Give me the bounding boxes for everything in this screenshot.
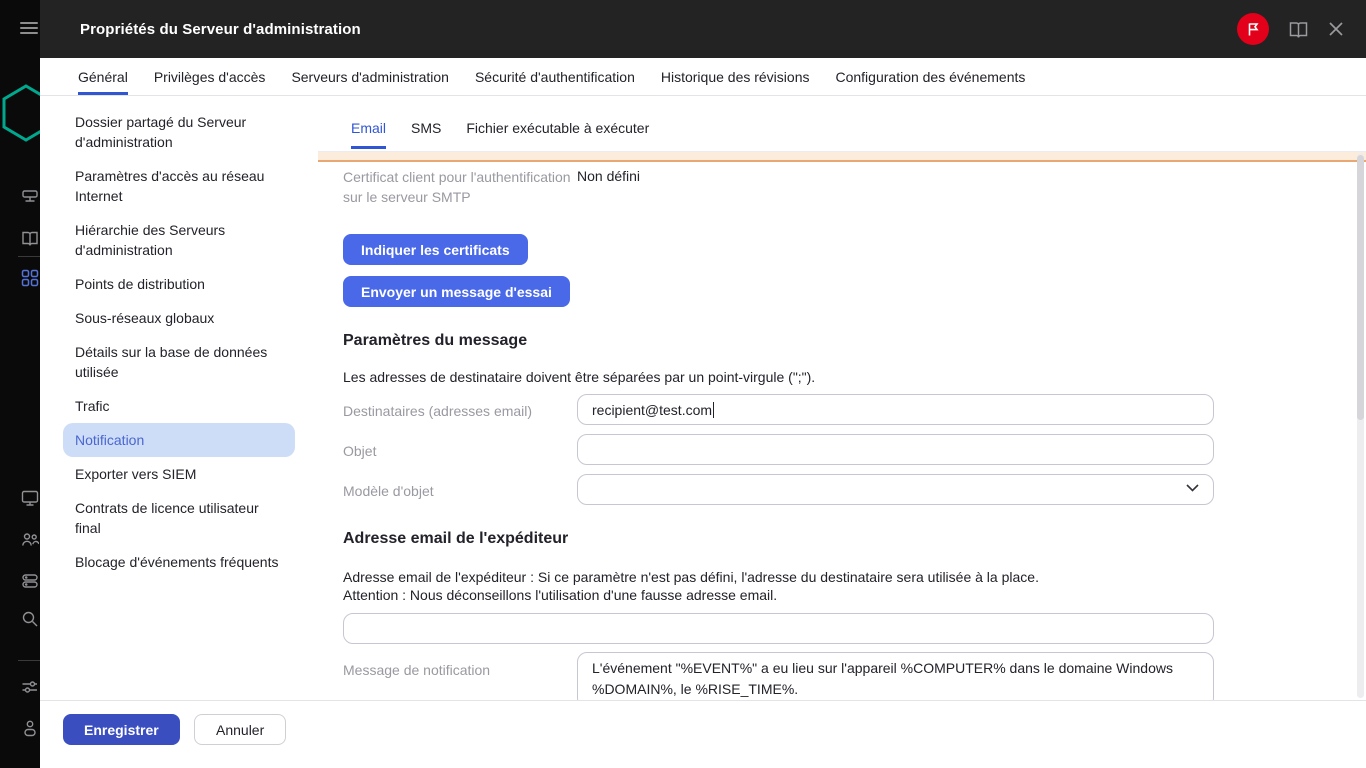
hub-icon[interactable] bbox=[21, 187, 39, 205]
tab-administration-servers[interactable]: Serveurs d'administration bbox=[291, 58, 449, 95]
warning-banner-clipped bbox=[318, 151, 1366, 162]
recipients-input-value: recipient@test.com bbox=[592, 402, 712, 418]
tab-access-rights[interactable]: Privilèges d'accès bbox=[154, 58, 266, 95]
nav-item-frequent-events[interactable]: Blocage d'événements fréquents bbox=[63, 545, 295, 579]
nav-item-traffic[interactable]: Trafic bbox=[63, 389, 295, 423]
settings-nav: Dossier partagé du Serveur d'administrat… bbox=[63, 105, 295, 579]
nav-item-server-hierarchy[interactable]: Hiérarchie des Serveurs d'administration bbox=[63, 213, 295, 267]
flag-icon bbox=[1245, 21, 1261, 37]
dialog-tabbar: Général Privilèges d'accès Serveurs d'ad… bbox=[40, 58, 1366, 96]
chevron-down-icon bbox=[1186, 484, 1199, 492]
tab-revision-history[interactable]: Historique des révisions bbox=[661, 58, 810, 95]
apps-grid-icon[interactable] bbox=[21, 269, 39, 287]
message-settings-title: Paramètres du message bbox=[343, 332, 527, 350]
sender-address-input[interactable] bbox=[343, 613, 1214, 644]
content-scrollbar-track[interactable] bbox=[1357, 153, 1364, 698]
smtp-certificate-label: Certificat client pour l'authentificatio… bbox=[343, 167, 583, 207]
monitor-icon[interactable] bbox=[21, 489, 39, 507]
recipients-hint: Les adresses de destinataire doivent êtr… bbox=[343, 367, 815, 388]
tab-general[interactable]: Général bbox=[78, 58, 128, 95]
nav-item-database-details[interactable]: Détails sur la base de données utilisée bbox=[63, 335, 295, 389]
subtab-email[interactable]: Email bbox=[351, 116, 386, 149]
notification-message-label: Message de notification bbox=[343, 660, 490, 680]
nav-item-global-subnets[interactable]: Sous-réseaux globaux bbox=[63, 301, 295, 335]
specify-certificates-button[interactable]: Indiquer les certificats bbox=[343, 234, 528, 265]
rail-divider bbox=[18, 256, 40, 257]
app-rail bbox=[0, 0, 40, 768]
sender-title: Adresse email de l'expéditeur bbox=[343, 530, 568, 548]
subject-input[interactable] bbox=[577, 434, 1214, 465]
subject-template-select[interactable] bbox=[577, 474, 1214, 505]
recipients-input[interactable]: recipient@test.com bbox=[577, 394, 1214, 425]
search-icon[interactable] bbox=[21, 610, 39, 628]
sender-hint-line2: Attention : Nous déconseillons l'utilisa… bbox=[343, 585, 1223, 606]
dialog-title: Propriétés du Serveur d'administration bbox=[80, 21, 361, 38]
server-properties-dialog: Propriétés du Serveur d'administration G… bbox=[40, 0, 1366, 768]
settings-sliders-icon[interactable] bbox=[21, 678, 39, 696]
tab-event-configuration[interactable]: Configuration des événements bbox=[835, 58, 1025, 95]
notification-subtabs: Email SMS Fichier exécutable à exécuter bbox=[351, 116, 674, 149]
nav-item-notification[interactable]: Notification bbox=[63, 423, 295, 457]
recipients-label: Destinataires (adresses email) bbox=[343, 401, 532, 421]
nav-item-distribution-points[interactable]: Points de distribution bbox=[63, 267, 295, 301]
subtab-executable-file[interactable]: Fichier exécutable à exécuter bbox=[466, 116, 649, 149]
users-icon[interactable] bbox=[21, 531, 39, 549]
account-icon[interactable] bbox=[21, 719, 39, 737]
nav-item-shared-folder[interactable]: Dossier partagé du Serveur d'administrat… bbox=[63, 105, 295, 159]
help-book-icon[interactable] bbox=[1289, 21, 1308, 38]
feedback-button[interactable] bbox=[1237, 13, 1269, 45]
rail-divider bbox=[18, 660, 40, 661]
close-icon[interactable] bbox=[1328, 21, 1344, 37]
book-icon[interactable] bbox=[21, 229, 39, 247]
kaspersky-hexagon-logo-icon bbox=[2, 84, 40, 142]
hamburger-menu-icon[interactable] bbox=[20, 22, 38, 36]
tab-authentication-security[interactable]: Sécurité d'authentification bbox=[475, 58, 635, 95]
send-test-message-button[interactable]: Envoyer un message d'essai bbox=[343, 276, 570, 307]
nav-item-siem-export[interactable]: Exporter vers SIEM bbox=[63, 457, 295, 491]
save-button[interactable]: Enregistrer bbox=[63, 714, 180, 745]
servers-icon[interactable] bbox=[21, 572, 39, 590]
nav-item-internet-access[interactable]: Paramètres d'accès au réseau Internet bbox=[63, 159, 295, 213]
subject-label: Objet bbox=[343, 441, 376, 461]
content-scrollbar-thumb[interactable] bbox=[1357, 155, 1364, 420]
smtp-certificate-value: Non défini bbox=[577, 168, 640, 184]
subtab-sms[interactable]: SMS bbox=[411, 116, 441, 149]
dialog-footer: Enregistrer Annuler bbox=[40, 700, 1366, 768]
nav-item-eula[interactable]: Contrats de licence utilisateur final bbox=[63, 491, 295, 545]
dialog-header: Propriétés du Serveur d'administration bbox=[40, 0, 1366, 58]
cancel-button[interactable]: Annuler bbox=[194, 714, 286, 745]
subject-template-label: Modèle d'objet bbox=[343, 481, 434, 501]
text-caret bbox=[713, 402, 714, 418]
